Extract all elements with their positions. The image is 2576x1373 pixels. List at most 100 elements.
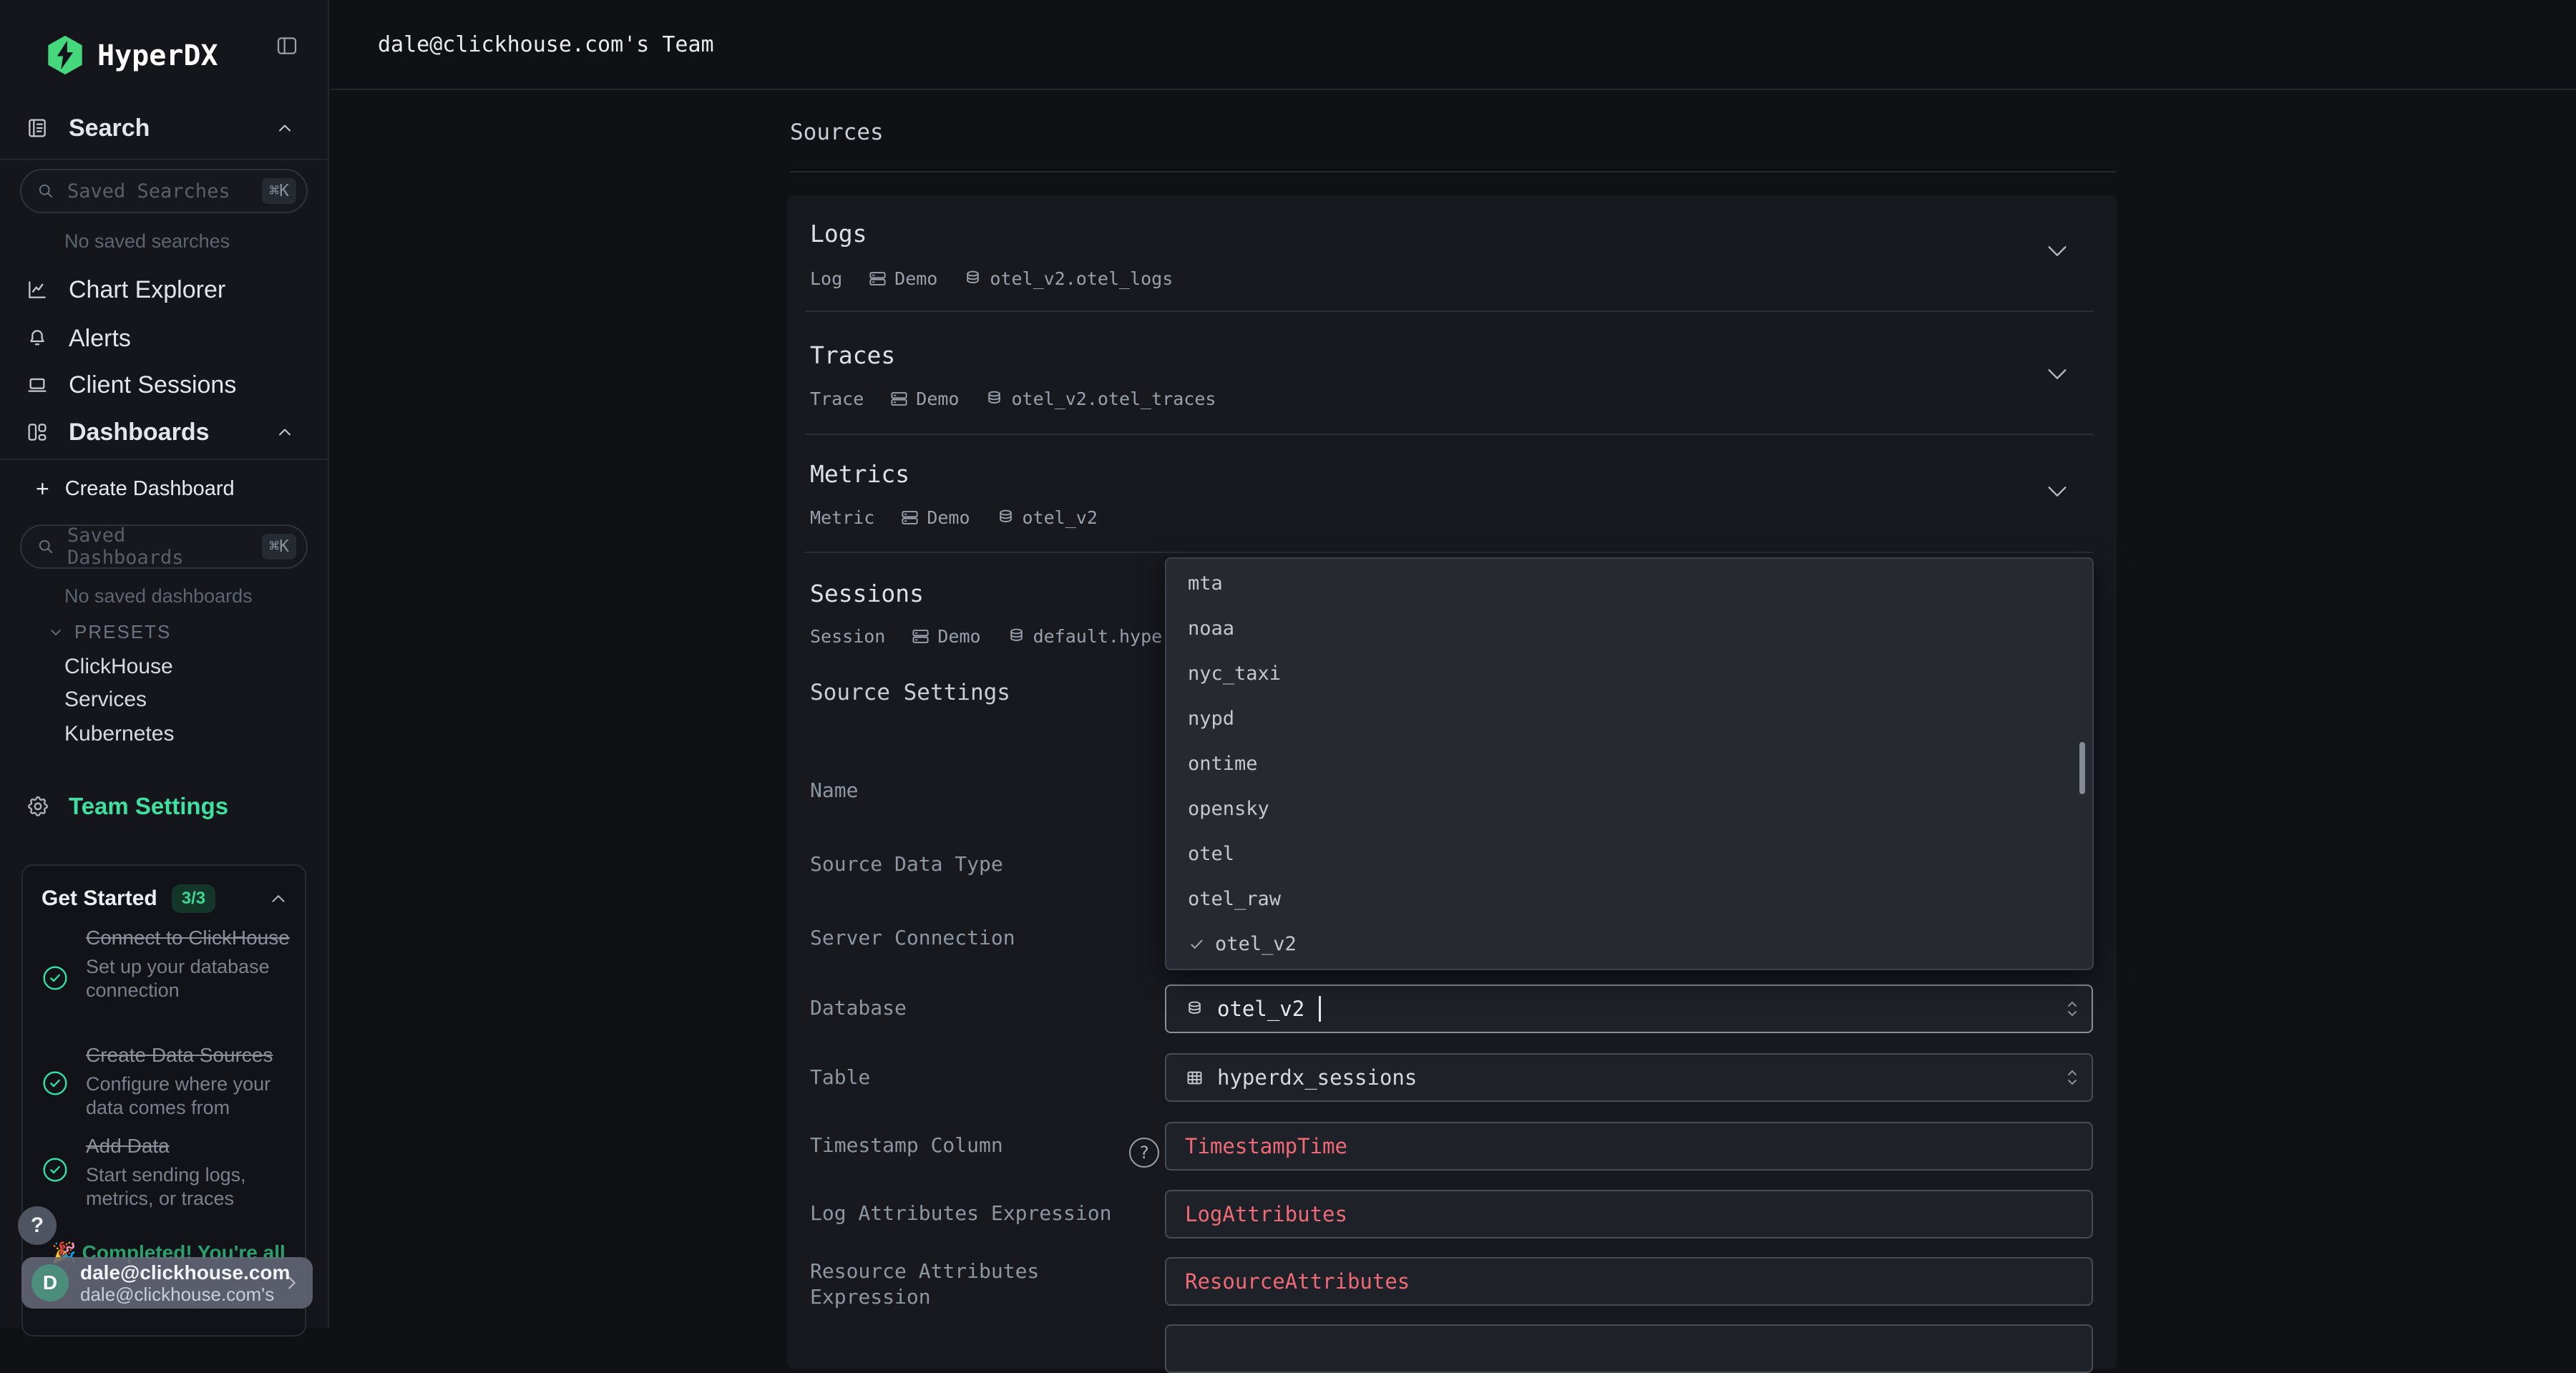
dropdown-scrollbar[interactable] — [2079, 742, 2085, 794]
get-started-item-title: Connect to ClickHouse — [86, 925, 295, 951]
sidebar-item-services[interactable]: Services — [64, 689, 147, 710]
resource-attributes-value: ResourceAttributes — [1185, 1269, 1410, 1294]
get-started-item[interactable]: Add Data Start sending logs, metrics, or… — [86, 1133, 295, 1211]
select-chevrons-icon[interactable] — [2064, 1065, 2080, 1090]
help-button[interactable]: ? — [18, 1206, 57, 1245]
source-table: otel_v2 — [1023, 507, 1098, 528]
label-database: Database — [810, 996, 907, 1020]
get-started-item-title: Create Data Sources — [86, 1042, 295, 1068]
saved-searches-input[interactable]: Saved Searches ⌘K — [20, 169, 308, 213]
label-server-connection: Server Connection — [810, 926, 1015, 950]
source-meta-sessions: Session Demo default.hyperdx_s — [810, 624, 1216, 648]
avatar: D — [31, 1264, 69, 1301]
chevron-down-icon[interactable] — [2045, 243, 2069, 259]
get-started-item-subtitle: Configure where your data comes from — [86, 1072, 295, 1120]
shortcut-badge: ⌘K — [262, 534, 296, 560]
database-icon — [985, 389, 1004, 409]
dropdown-option[interactable]: mta — [1166, 561, 2092, 606]
get-started-item-subtitle: Set up your database connection — [86, 955, 295, 1002]
chevron-up-icon[interactable] — [268, 888, 289, 909]
source-kind: Log — [810, 268, 842, 289]
presets-toggle[interactable]: PRESETS — [47, 621, 171, 643]
select-chevrons-icon[interactable] — [2064, 996, 2080, 1022]
database-field[interactable]: otel_v2 — [1165, 984, 2093, 1033]
help-icon[interactable]: ? — [1129, 1138, 1159, 1168]
resource-attributes-field[interactable]: ResourceAttributes — [1165, 1257, 2093, 1306]
sidebar-item-label: Search — [69, 114, 150, 142]
saved-dashboards-input[interactable]: Saved Dashboards ⌘K — [20, 524, 308, 569]
sidebar-item-alerts[interactable]: Alerts — [0, 318, 328, 358]
timestamp-column-field[interactable]: TimestampTime — [1165, 1122, 2093, 1171]
sidebar-item-chart-explorer[interactable]: Chart Explorer — [0, 270, 328, 310]
hyperdx-logo-icon — [44, 34, 86, 76]
source-kind: Trace — [810, 389, 864, 409]
source-meta-metrics: Metric Demo otel_v2 — [810, 505, 1098, 529]
dropdown-option[interactable]: noaa — [1166, 606, 2092, 651]
get-started-progress-badge: 3/3 — [172, 884, 215, 913]
sidebar-item-label: Client Sessions — [69, 371, 236, 399]
chevron-down-icon[interactable] — [2045, 484, 2069, 499]
dropdown-option[interactable]: opensky — [1166, 786, 2092, 831]
source-heading-sessions: Sessions — [810, 580, 924, 608]
shortcut-badge: ⌘K — [262, 178, 296, 204]
collapse-sidebar-icon[interactable] — [275, 34, 299, 57]
server-icon — [900, 508, 919, 527]
chart-icon — [26, 278, 49, 301]
profile-subtitle: dale@clickhouse.com's — [80, 1284, 281, 1304]
search-icon — [36, 181, 56, 201]
chevron-down-icon[interactable] — [2045, 366, 2069, 382]
app-title: HyperDX — [97, 40, 218, 72]
sidebar-item-dashboards[interactable]: Dashboards — [0, 412, 328, 452]
profile-name: dale@clickhouse.com — [80, 1261, 281, 1284]
sidebar: HyperDX Search Saved Searches ⌘K No save… — [0, 0, 329, 1328]
database-icon — [1007, 627, 1026, 646]
dropdown-option[interactable]: ontime — [1166, 741, 2092, 786]
source-heading-logs: Logs — [810, 220, 867, 248]
chevron-down-icon — [47, 624, 64, 641]
text-cursor — [1319, 996, 1321, 1022]
get-started-item-title: Add Data — [86, 1133, 295, 1159]
label-timestamp-column: Timestamp Column — [810, 1133, 1003, 1158]
timestamp-column-value: TimestampTime — [1185, 1134, 1347, 1158]
dropdown-option[interactable]: nypd — [1166, 696, 2092, 741]
create-dashboard-button[interactable]: + Create Dashboard — [36, 476, 235, 502]
source-connection: Demo — [894, 268, 937, 289]
table-field[interactable]: hyperdx_sessions — [1165, 1053, 2093, 1102]
dropdown-option[interactable]: otel_raw — [1166, 876, 2092, 922]
check-circle-icon — [41, 1069, 69, 1098]
get-started-item[interactable]: Create Data Sources Configure where your… — [86, 1042, 295, 1120]
sidebar-item-search[interactable]: Search — [0, 108, 328, 148]
source-meta-traces: Trace Demo otel_v2.otel_traces — [810, 386, 1216, 411]
table-icon — [1185, 1068, 1204, 1088]
label-log-attributes: Log Attributes Expression — [810, 1201, 1111, 1226]
no-saved-dashboards-text: No saved dashboards — [64, 586, 253, 606]
label-table: Table — [810, 1065, 870, 1090]
dropdown-option[interactable]: nyc_taxi — [1166, 651, 2092, 696]
log-attributes-field[interactable]: LogAttributes — [1165, 1190, 2093, 1238]
dropdown-option-selected[interactable]: otel_v2 — [1166, 922, 2092, 967]
team-title: dale@clickhouse.com's Team — [378, 32, 714, 57]
source-settings-title: Source Settings — [810, 678, 1010, 707]
dropdown-option[interactable]: otel — [1166, 831, 2092, 876]
next-field-partial[interactable] — [1165, 1324, 2093, 1373]
get-started-item[interactable]: Connect to ClickHouse Set up your databa… — [86, 925, 295, 1002]
sidebar-item-kubernetes[interactable]: Kubernetes — [64, 723, 174, 745]
profile-chip[interactable]: D dale@clickhouse.com dale@clickhouse.co… — [21, 1257, 313, 1309]
sidebar-item-team-settings[interactable]: Team Settings — [26, 793, 228, 820]
check-circle-icon — [41, 1155, 69, 1184]
create-dashboard-label: Create Dashboard — [65, 477, 235, 501]
bell-icon — [26, 327, 49, 350]
presets-label: PRESETS — [74, 621, 171, 643]
team-settings-label: Team Settings — [69, 793, 228, 820]
source-meta-logs: Log Demo otel_v2.otel_logs — [810, 266, 1173, 290]
sidebar-item-clickhouse[interactable]: ClickHouse — [64, 656, 173, 678]
database-dropdown: mta noaa nyc_taxi nypd ontime opensky ot… — [1165, 557, 2094, 970]
source-connection: Demo — [937, 626, 980, 647]
saved-dashboards-placeholder: Saved Dashboards — [67, 524, 250, 569]
chevron-up-icon — [275, 422, 295, 442]
sidebar-item-label: Alerts — [69, 325, 131, 353]
sidebar-item-client-sessions[interactable]: Client Sessions — [0, 365, 328, 405]
database-icon — [996, 508, 1015, 527]
label-resource-attributes: Resource Attributes Expression — [810, 1259, 1053, 1310]
plus-icon: + — [36, 476, 49, 502]
